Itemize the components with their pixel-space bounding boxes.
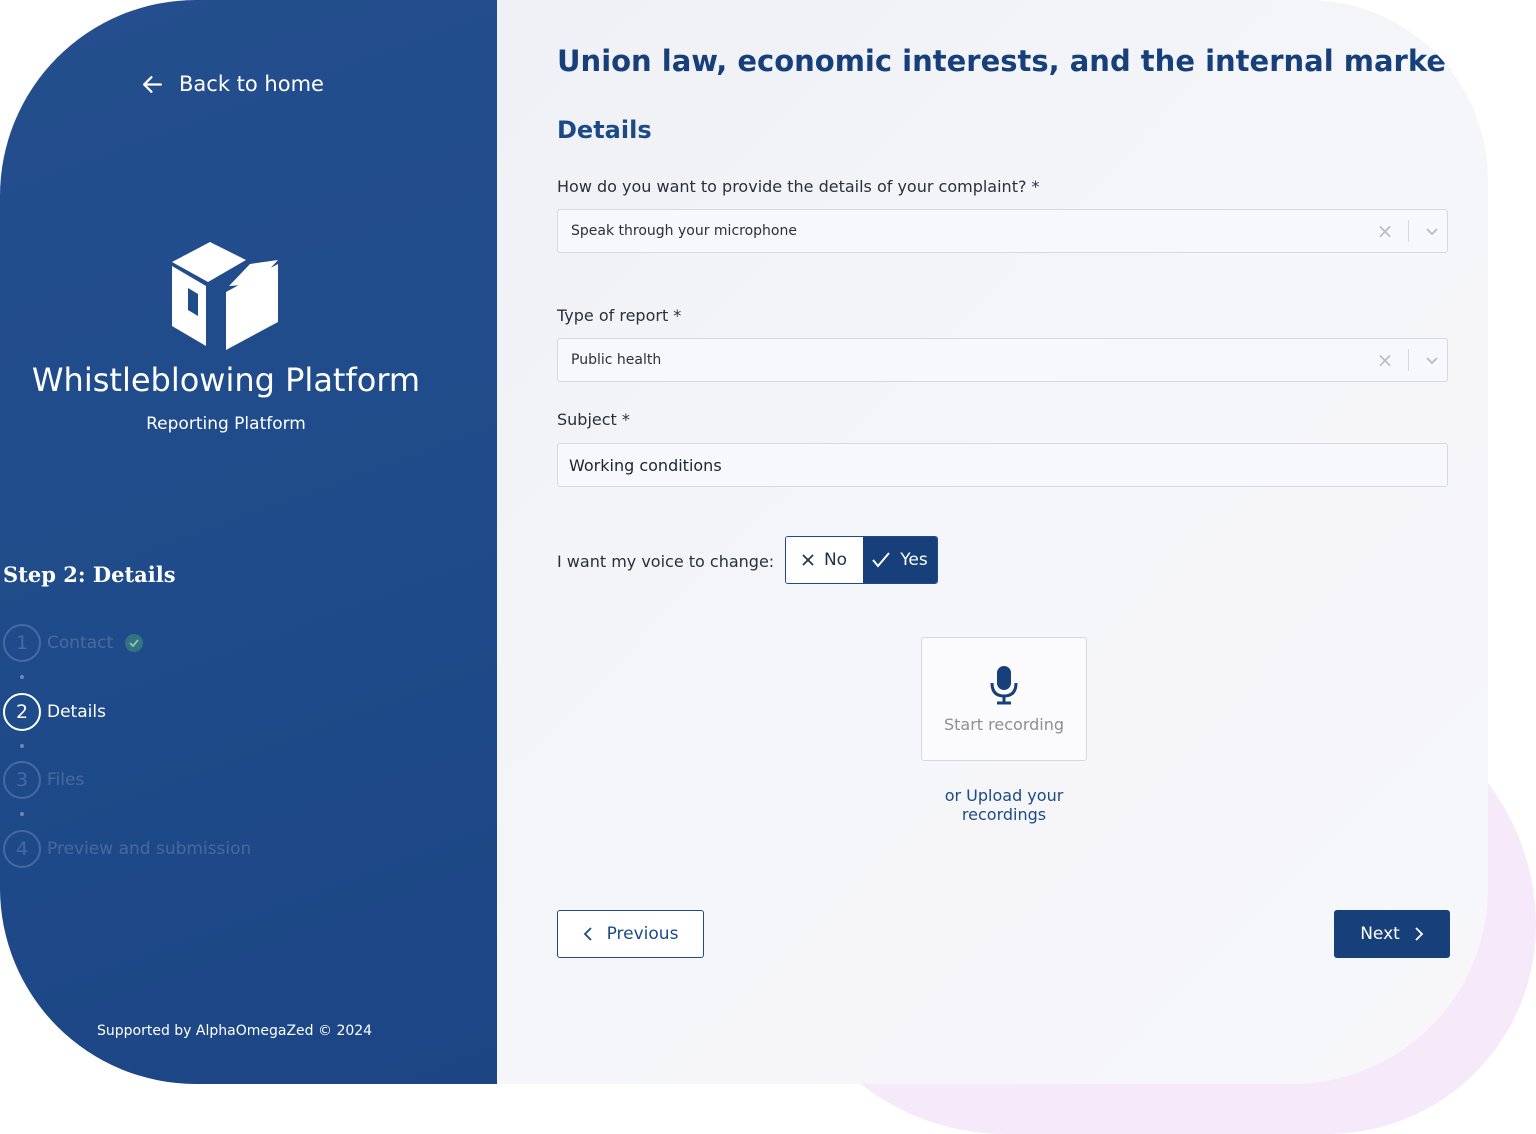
step-label: Contact bbox=[47, 633, 114, 653]
step-number: 2 bbox=[3, 693, 41, 731]
subject-input-value: Working conditions bbox=[569, 455, 722, 475]
step-title: Step 2: Details bbox=[3, 562, 176, 587]
platform-subtitle: Reporting Platform bbox=[146, 414, 306, 434]
chevron-right-icon bbox=[1415, 927, 1424, 941]
step-connector bbox=[20, 675, 24, 679]
subject-input[interactable]: Working conditions bbox=[557, 443, 1448, 487]
step-number: 3 bbox=[3, 761, 41, 799]
start-recording-button[interactable]: Start recording bbox=[921, 637, 1087, 761]
step-label: Preview and submission bbox=[47, 839, 252, 859]
sidebar: Back to home Whistleblowing Platform Rep… bbox=[0, 0, 497, 1084]
voice-change-no-button[interactable]: No bbox=[786, 537, 863, 583]
voice-change-toggle: No Yes bbox=[785, 536, 938, 584]
method-select[interactable]: Speak through your microphone × bbox=[557, 209, 1448, 253]
step-connector bbox=[20, 812, 24, 816]
step-number: 4 bbox=[3, 830, 41, 868]
section-title: Details bbox=[557, 116, 652, 144]
select-separator bbox=[1408, 349, 1409, 371]
step-contact[interactable]: 1 Contact bbox=[3, 624, 144, 662]
voice-change-label: I want my voice to change: bbox=[557, 552, 775, 571]
page-title: Union law, economic interests, and the i… bbox=[557, 44, 1460, 78]
close-icon[interactable]: × bbox=[1372, 219, 1398, 243]
check-circle-icon bbox=[125, 634, 144, 652]
next-button[interactable]: Next bbox=[1334, 910, 1450, 958]
report-type-select[interactable]: Public health × bbox=[557, 338, 1448, 382]
chevron-down-icon[interactable] bbox=[1417, 352, 1447, 368]
platform-name: Whistleblowing Platform bbox=[31, 361, 421, 399]
report-type-label: Type of report * bbox=[557, 306, 682, 325]
back-to-home-label: Back to home bbox=[179, 72, 324, 96]
previous-button-label: Previous bbox=[606, 924, 679, 944]
close-icon[interactable]: × bbox=[1372, 348, 1398, 372]
step-files[interactable]: 3 Files bbox=[3, 761, 84, 799]
close-icon bbox=[802, 554, 814, 566]
check-icon bbox=[872, 552, 891, 568]
arrow-left-icon bbox=[143, 75, 162, 93]
chevron-left-icon bbox=[583, 927, 592, 941]
back-to-home-link[interactable]: Back to home bbox=[140, 70, 324, 98]
voice-change-yes-button[interactable]: Yes bbox=[863, 537, 937, 583]
box-icon bbox=[172, 242, 278, 350]
voice-change-no-label: No bbox=[823, 550, 848, 570]
start-recording-label: Start recording bbox=[943, 714, 1065, 734]
next-button-label: Next bbox=[1360, 924, 1400, 944]
method-label: How do you want to provide the details o… bbox=[557, 177, 1040, 196]
subject-label: Subject * bbox=[557, 410, 630, 429]
step-label: Details bbox=[47, 702, 106, 722]
upload-recordings-link[interactable]: or Upload your recordings bbox=[901, 786, 1107, 824]
supported-by-footer: Supported by AlphaOmegaZed © 2024 bbox=[97, 1023, 373, 1039]
step-label: Files bbox=[47, 770, 85, 790]
microphone-icon bbox=[990, 665, 1018, 704]
step-number: 1 bbox=[3, 624, 41, 662]
voice-change-yes-label: Yes bbox=[900, 550, 928, 570]
method-select-value: Speak through your microphone bbox=[571, 223, 797, 239]
select-separator bbox=[1408, 220, 1409, 242]
previous-button[interactable]: Previous bbox=[557, 910, 704, 958]
step-details[interactable]: 2 Details bbox=[3, 693, 106, 731]
step-preview-and-submission[interactable]: 4 Preview and submission bbox=[3, 830, 251, 868]
step-connector bbox=[20, 744, 24, 748]
report-type-select-value: Public health bbox=[571, 352, 662, 368]
app-card: Back to home Whistleblowing Platform Rep… bbox=[0, 0, 1488, 1084]
chevron-down-icon[interactable] bbox=[1417, 223, 1447, 239]
